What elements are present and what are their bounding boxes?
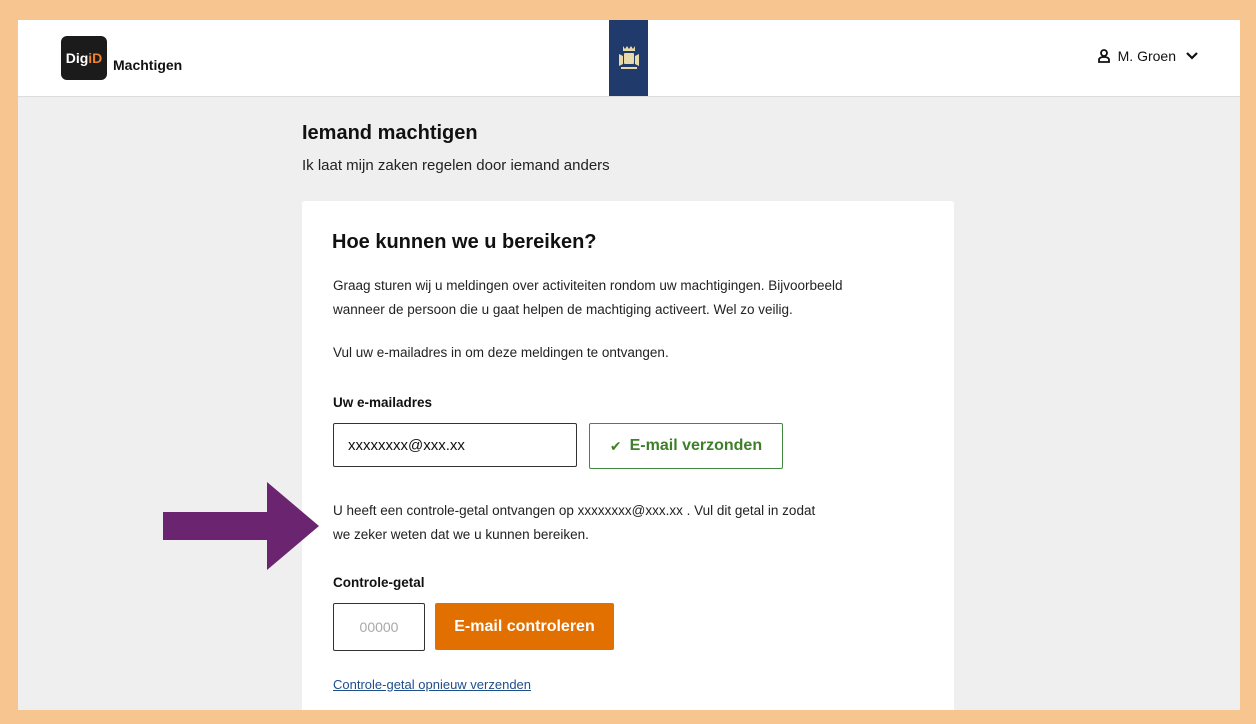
digid-logo[interactable]: DigiD [61,36,107,80]
app-frame: DigiD Machtigen M. Groen Iemand machtige… [18,20,1240,710]
brand-label: Machtigen [113,57,183,73]
contact-card: Hoe kunnen we u bereiken? Graag sturen w… [302,201,954,710]
email-label: Uw e-mailadres [333,395,433,410]
chevron-down-icon [1186,52,1198,60]
check-icon: ✔ [609,437,622,454]
user-menu[interactable]: M. Groen [1097,48,1198,64]
user-icon [1097,49,1110,63]
code-label: Controle-getal [333,575,425,590]
logo-text-suffix: iD [88,50,103,66]
card-heading: Hoe kunnen we u bereiken? [332,231,597,253]
instruction-text: Vul uw e-mailadres in om deze meldingen … [333,345,669,360]
confirmation-text: U heeft een controle-getal ontvangen op … [333,499,923,547]
top-bar: DigiD Machtigen M. Groen [18,20,1240,97]
intro-line-2: wanneer de persoon die u gaat helpen de … [333,302,793,317]
confirmation-line-2: we zeker weten dat we u kunnen bereiken. [333,527,589,542]
logo-text-prefix: Dig [65,50,89,66]
confirmation-line-1: U heeft een controle-getal ontvangen op … [333,503,816,518]
email-sent-label: E-mail verzonden [629,437,763,454]
page-title: Iemand machtigen [302,122,478,144]
arrow-right-icon [163,482,319,570]
intro-line-1: Graag sturen wij u meldingen over activi… [333,278,843,293]
page-subtitle: Ik laat mijn zaken regelen door iemand a… [302,157,610,174]
user-name: M. Groen [1117,48,1176,64]
email-sent-badge: ✔ E-mail verzonden [589,423,783,469]
crest-icon [609,20,648,96]
resend-code-link[interactable]: Controle-getal opnieuw verzenden [333,677,531,692]
check-email-button[interactable]: E-mail controleren [435,603,614,650]
code-field[interactable] [333,603,425,651]
email-field[interactable] [333,423,577,467]
intro-text: Graag sturen wij u meldingen over activi… [333,274,923,322]
